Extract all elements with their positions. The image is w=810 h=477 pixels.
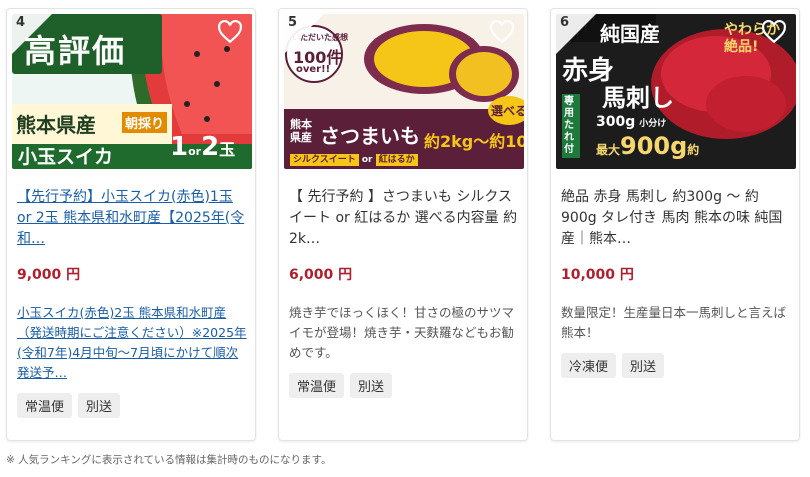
product-card[interactable]: 高評価 熊本県産 朝採り 小玉スイカ 1or2玉 4 【先行予約】小玉スイカ(赤…: [6, 8, 256, 441]
product-title-link[interactable]: 絶品 赤身 馬刺し 約300g ～ 約900g タレ付き 馬肉 熊本の味 純国産…: [561, 187, 793, 250]
heart-icon[interactable]: [217, 19, 243, 45]
image-region-text: 熊本県産: [290, 118, 312, 144]
product-title-link[interactable]: 【 先行予約 】さつまいも シルクスイート or 紅はるか 選べる内容量 約 2…: [289, 187, 521, 250]
heart-icon[interactable]: [489, 19, 515, 45]
product-price: 6,000 円: [289, 267, 353, 283]
product-description: 焼き芋でほっくほく！甘さの極のサツマイモが登場！焼き芋・天麩羅などもお勧めです。: [289, 305, 515, 360]
shipping-tags: 常温便 別送: [289, 373, 393, 398]
tag-shipping-temp: 冷凍便: [561, 353, 617, 378]
image-choose-text: 選べる: [488, 96, 524, 125]
tag-shipping-temp: 常温便: [17, 393, 73, 418]
image-qty2: 2: [201, 132, 220, 162]
product-title-link[interactable]: 【先行予約】小玉スイカ(赤色)1玉 or 2玉 熊本県和水町産【2025年(令和…: [17, 187, 249, 250]
image-weight1-text: 300g 小分け: [596, 114, 666, 130]
shipping-tags: 常温便 別送: [17, 393, 121, 418]
tag-separate-shipping: 別送: [622, 353, 665, 378]
rank-number: 6: [560, 15, 570, 30]
rank-number: 5: [288, 15, 298, 30]
image-origin-text: 純国産: [600, 22, 660, 46]
image-unit: 玉: [219, 140, 236, 159]
product-card[interactable]: いただいた感想 100件 over!! 熊本県産 さつまいも 選べる 約2kg～…: [278, 8, 528, 441]
product-price: 9,000 円: [17, 267, 81, 283]
image-portion: 小分け: [639, 119, 667, 129]
image-variety1: シルクスイート: [290, 154, 359, 166]
product-description-link[interactable]: 小玉スイカ(赤色)2玉 熊本県和水町産（発送時期にご注意ください）※2025年(…: [17, 303, 249, 383]
tag-separate-shipping: 別送: [350, 373, 393, 398]
image-or: or: [361, 155, 373, 165]
shipping-tags: 冷凍便 別送: [561, 353, 665, 378]
image-sauce-text: 専用たれ付: [562, 94, 580, 158]
image-name-text: 馬刺し: [602, 84, 674, 112]
image-over-text: over!!: [296, 64, 331, 75]
image-max: 最大: [596, 143, 621, 157]
image-weight1: 300g: [596, 114, 636, 130]
image-variety-text: シルクスイート or 紅はるか: [290, 152, 418, 166]
image-region-text: 熊本県産: [16, 113, 96, 137]
image-morning-text: 朝採り: [122, 112, 168, 133]
product-description: 数量限定！生産量日本一馬刺しと言えば熊本！: [561, 305, 787, 340]
image-variety2: 紅はるか: [375, 154, 418, 166]
image-weight-text: 約2kg～約10kg: [424, 132, 524, 151]
image-qty-text: 1or2玉: [170, 132, 235, 162]
image-name-text: 小玉スイカ: [18, 146, 114, 168]
image-weight2-text: 最大900g約: [596, 132, 699, 160]
image-weight2: 900g: [620, 132, 688, 160]
image-or: or: [188, 145, 202, 158]
heart-icon[interactable]: [761, 19, 787, 45]
ranking-footnote: ※ 人気ランキングに表示されている情報は集計時のものになります。: [6, 454, 332, 466]
tag-separate-shipping: 別送: [78, 393, 121, 418]
product-card[interactable]: 純国産 赤身 馬刺し やわらか絶品! 専用たれ付 300g 小分け 最大900g約…: [550, 8, 800, 441]
rank-number: 4: [16, 15, 26, 30]
tag-shipping-temp: 常温便: [289, 373, 345, 398]
image-approx: 約: [687, 143, 700, 157]
product-price: 10,000 円: [561, 267, 634, 283]
image-qty1: 1: [170, 132, 189, 162]
image-name-text: さつまいも: [320, 124, 420, 148]
